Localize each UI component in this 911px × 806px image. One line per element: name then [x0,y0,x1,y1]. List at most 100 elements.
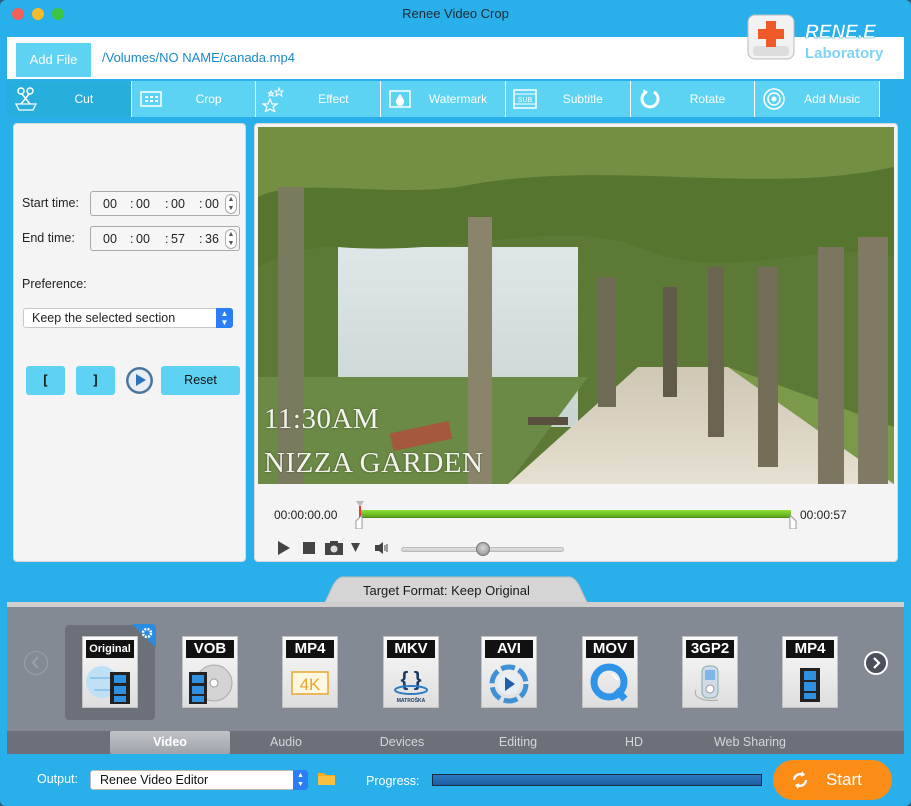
stars-icon [262,86,285,112]
mobile-device-icon [694,665,719,701]
refresh-icon [792,771,808,789]
timeline-track[interactable] [361,510,791,518]
volume-icon[interactable] [375,542,389,554]
format-item-mp4[interactable]: MP4 [782,636,838,708]
progress-label: Progress: [366,774,420,788]
sep: : [165,232,169,246]
overlay-time-text: 11:30AM [264,403,380,435]
minimize-window-button[interactable] [32,8,44,20]
format-item-vob[interactable]: VOB [182,636,238,708]
timeline-start-handle[interactable] [355,501,365,529]
chevron-right-icon [873,657,881,669]
tab-crop[interactable]: Crop [131,81,257,117]
reset-button[interactable]: Reset [161,366,240,395]
volume-knob[interactable] [475,542,490,556]
tab-cut[interactable]: Cut [7,81,132,117]
tab-subtitle[interactable]: SUB Subtitle [505,81,631,117]
chevron-updown-icon: ▲ ▼ [293,770,308,790]
format-item-mov[interactable]: MOV [582,636,638,708]
end-hours: 00 [103,232,117,246]
file-path: /Volumes/NO NAME/canada.mp4 [102,50,295,65]
svg-text:{ }: { } [400,669,421,691]
category-web-sharing[interactable]: Web Sharing [700,731,800,754]
format-item-avi[interactable]: AVI [481,636,537,708]
media-player-icon [489,664,529,704]
format-item-mp4-4k[interactable]: MP4 4K [282,636,338,708]
overlay-location-text: NIZZA GARDEN [264,447,484,479]
app-window: Renee Video Crop Add File /Volumes/NO NA… [0,0,911,806]
start-hours: 00 [103,197,117,211]
chevron-left-icon [31,656,39,669]
4k-icon: 4K [291,671,329,695]
tab-label: Cut [74,92,94,106]
start-time-stepper[interactable]: ▲ ▼ [225,194,237,214]
format-item-3gp2[interactable]: 3GP2 [682,636,738,708]
end-frames: 36 [205,232,219,246]
preference-select[interactable]: Keep the selected section ▲ ▼ [23,308,233,328]
format-label: MKV [387,640,435,658]
category-editing[interactable]: Editing [478,731,558,754]
category-audio[interactable]: Audio [246,731,326,754]
matroska-icon: { } MATROŠKA [394,669,428,704]
play-icon[interactable] [277,540,291,556]
globe-film-icon [86,666,130,704]
format-label: MOV [586,640,634,658]
film-icon [800,668,820,702]
tab-effect[interactable]: Effect [256,81,382,117]
category-hd[interactable]: HD [594,731,674,754]
tab-rotate[interactable]: Rotate [630,81,756,117]
category-video[interactable]: Video [110,731,230,754]
player-panel: 11:30AM NIZZA GARDEN 00:00:00.00 00:00:5… [254,123,898,562]
preference-value: Keep the selected section [32,311,176,325]
format-label: Original [86,640,134,658]
stop-icon[interactable] [303,542,315,554]
start-frames: 00 [205,197,219,211]
format-item-original[interactable]: Original [82,636,138,708]
rene-logo: RENE.E Laboratory [745,12,905,68]
camera-icon[interactable] [325,541,345,555]
sep: : [199,197,203,211]
tab-add-music[interactable]: Add Music [755,81,881,117]
close-window-button[interactable] [12,8,24,20]
start-time-field[interactable]: 00 : 00 : 00 : 00 ▲ ▼ [90,191,240,216]
disc-film-icon [189,664,233,704]
snapshot-dropdown-icon[interactable] [351,543,360,552]
category-devices[interactable]: Devices [362,731,442,754]
subtitle-icon: SUB [513,89,537,109]
prev-format-button[interactable] [24,651,48,675]
sep: : [165,197,169,211]
crop-icon [139,91,162,107]
start-label: Start [826,770,862,789]
mark-out-button[interactable]: ] [76,366,115,395]
watermark-icon [389,90,411,108]
output-value: Renee Video Editor [100,773,209,787]
window-title: Renee Video Crop [402,6,509,21]
timeline-end-handle[interactable] [789,501,799,529]
add-file-button[interactable]: Add File [16,43,91,77]
end-time-label: End time: [22,231,75,245]
start-minutes: 00 [136,197,150,211]
format-item-mkv[interactable]: MKV { } MATROŠKA [383,636,439,708]
scissors-icon [14,87,38,111]
format-gallery: Original VOB MP4 4K MKV { } MATROŠKA AVI … [7,607,904,731]
end-time-field[interactable]: 00 : 00 : 57 : 36 ▲ ▼ [90,226,240,251]
output-select[interactable]: Renee Video Editor ▲ ▼ [90,770,308,790]
quicktime-icon [590,663,628,702]
sep: : [130,232,134,246]
current-time: 00:00:00.00 [274,508,338,522]
logo-key-icon: RENE.E Laboratory [747,14,884,62]
format-label: MP4 [786,640,834,658]
preview-play-button[interactable] [126,367,153,394]
svg-text:SUB: SUB [518,97,533,104]
mark-in-button[interactable]: [ [26,366,65,395]
end-time-stepper[interactable]: ▲ ▼ [225,229,237,249]
tab-watermark[interactable]: Watermark [381,81,506,117]
sep: : [199,232,203,246]
start-button[interactable]: Start [773,760,892,800]
chevron-updown-icon: ▲ ▼ [216,308,233,328]
next-format-button[interactable] [864,651,888,675]
start-seconds: 00 [171,197,185,211]
zoom-window-button[interactable] [52,8,64,20]
folder-icon[interactable] [318,771,335,785]
music-icon [763,88,786,110]
